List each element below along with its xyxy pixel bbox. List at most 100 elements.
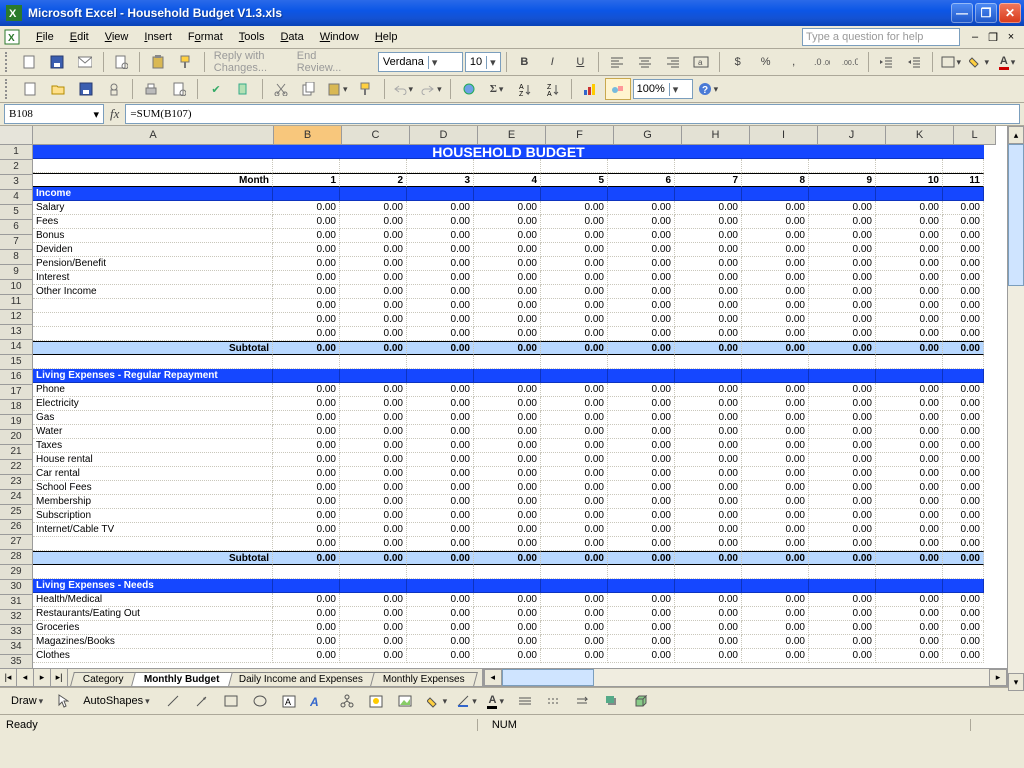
cell[interactable]: 0.00 [273, 495, 340, 509]
cell[interactable]: 0.00 [876, 229, 943, 243]
cell[interactable]: 0.00 [742, 411, 809, 425]
print-preview-icon-2[interactable] [166, 78, 192, 100]
cell[interactable]: 0.00 [675, 495, 742, 509]
cell[interactable] [541, 159, 608, 173]
cell[interactable]: 0.00 [742, 397, 809, 411]
cell[interactable]: 0.00 [541, 439, 608, 453]
arrow-icon[interactable] [189, 690, 215, 712]
tab-first-button[interactable]: |◂ [0, 669, 17, 686]
cell[interactable]: 0.00 [474, 411, 541, 425]
sheet-tab-monthly-expenses[interactable]: Monthly Expenses [370, 672, 477, 686]
cell[interactable]: 0.00 [809, 327, 876, 341]
cell[interactable]: 0.00 [407, 467, 474, 481]
cell[interactable]: 0.00 [541, 481, 608, 495]
shadow-style-icon[interactable] [599, 690, 625, 712]
cell[interactable]: 0.00 [407, 495, 474, 509]
hscroll-thumb[interactable] [502, 669, 594, 686]
cell[interactable]: 0.00 [340, 257, 407, 271]
cell[interactable] [541, 187, 608, 201]
cell[interactable]: 0.00 [675, 271, 742, 285]
cell[interactable]: 0.00 [340, 649, 407, 663]
font-color-icon-2[interactable]: A [483, 690, 509, 712]
cell[interactable]: 0.00 [809, 425, 876, 439]
menu-help[interactable]: Help [367, 29, 406, 45]
cell[interactable]: 0.00 [407, 425, 474, 439]
chart-wizard-icon[interactable] [577, 78, 603, 100]
row-header-11[interactable]: 11 [0, 295, 32, 310]
cell[interactable]: 0.00 [340, 495, 407, 509]
cell[interactable]: 0.00 [273, 509, 340, 523]
row-header-34[interactable]: 34 [0, 640, 32, 655]
cell[interactable]: 0.00 [608, 495, 675, 509]
cell[interactable] [474, 159, 541, 173]
cell[interactable]: 4 [474, 173, 541, 187]
spelling-icon[interactable]: ✔ [203, 78, 229, 100]
format-painter-icon-2[interactable] [353, 78, 379, 100]
menu-edit[interactable]: Edit [62, 29, 97, 45]
cell[interactable]: 0.00 [474, 243, 541, 257]
cell[interactable]: 0.00 [407, 635, 474, 649]
cell[interactable]: 0.00 [474, 439, 541, 453]
cell[interactable]: 0.00 [675, 649, 742, 663]
currency-button[interactable]: $ [725, 51, 751, 73]
cell[interactable]: 0.00 [809, 523, 876, 537]
cell[interactable]: 0.00 [608, 215, 675, 229]
cell[interactable] [541, 565, 608, 579]
cell[interactable]: 0.00 [876, 243, 943, 257]
cell[interactable]: 0.00 [340, 229, 407, 243]
cell[interactable]: 0.00 [943, 341, 984, 355]
cell[interactable]: 0.00 [675, 453, 742, 467]
print-preview-icon[interactable] [108, 51, 134, 73]
mdi-minimize-button[interactable]: – [966, 29, 984, 45]
row-header-4[interactable]: 4 [0, 190, 32, 205]
cell[interactable]: Month [33, 173, 273, 187]
toolbar-handle-2[interactable] [5, 79, 11, 99]
row-header-6[interactable]: 6 [0, 220, 32, 235]
row-header-20[interactable]: 20 [0, 430, 32, 445]
cell[interactable]: 0.00 [742, 201, 809, 215]
cell[interactable]: 0.00 [809, 411, 876, 425]
cell[interactable]: 0.00 [273, 621, 340, 635]
cell[interactable] [474, 355, 541, 369]
sheet-tab-monthly-budget[interactable]: Monthly Budget [131, 672, 232, 686]
row-header-17[interactable]: 17 [0, 385, 32, 400]
increase-indent-button[interactable] [901, 51, 927, 73]
hyperlink-icon[interactable] [456, 78, 482, 100]
cell[interactable]: 0.00 [474, 257, 541, 271]
row-header-29[interactable]: 29 [0, 565, 32, 580]
cell[interactable]: 0.00 [474, 635, 541, 649]
open-icon[interactable] [45, 78, 71, 100]
new-icon[interactable] [17, 78, 43, 100]
cell[interactable]: 0.00 [876, 271, 943, 285]
cell[interactable]: 0.00 [876, 649, 943, 663]
cell[interactable]: 0.00 [809, 481, 876, 495]
save-icon-2[interactable] [73, 78, 99, 100]
column-header-F[interactable]: F [546, 126, 614, 145]
cell[interactable]: 0.00 [340, 383, 407, 397]
cell[interactable]: 0.00 [541, 537, 608, 551]
cell[interactable]: 0.00 [541, 649, 608, 663]
cell[interactable]: 0.00 [876, 621, 943, 635]
cell[interactable]: 0.00 [541, 299, 608, 313]
vertical-scrollbar[interactable]: ▴ ▾ [1007, 126, 1024, 687]
cell[interactable]: 0.00 [273, 327, 340, 341]
cell[interactable]: House rental [33, 453, 273, 467]
column-header-G[interactable]: G [614, 126, 682, 145]
cell[interactable]: 0.00 [407, 481, 474, 495]
cell[interactable] [809, 159, 876, 173]
cell[interactable]: 0.00 [541, 271, 608, 285]
cell[interactable]: 0.00 [407, 271, 474, 285]
cell[interactable] [809, 355, 876, 369]
cell[interactable]: 0.00 [742, 537, 809, 551]
cell[interactable]: 0.00 [809, 607, 876, 621]
cell[interactable]: 0.00 [340, 453, 407, 467]
cell[interactable]: 0.00 [608, 481, 675, 495]
row-header-7[interactable]: 7 [0, 235, 32, 250]
cell[interactable]: 0.00 [474, 383, 541, 397]
cell[interactable]: 0.00 [340, 635, 407, 649]
column-header-I[interactable]: I [750, 126, 818, 145]
row-header-22[interactable]: 22 [0, 460, 32, 475]
cell[interactable]: 0.00 [943, 411, 984, 425]
column-header-K[interactable]: K [886, 126, 954, 145]
sort-asc-icon[interactable]: AZ [512, 78, 538, 100]
